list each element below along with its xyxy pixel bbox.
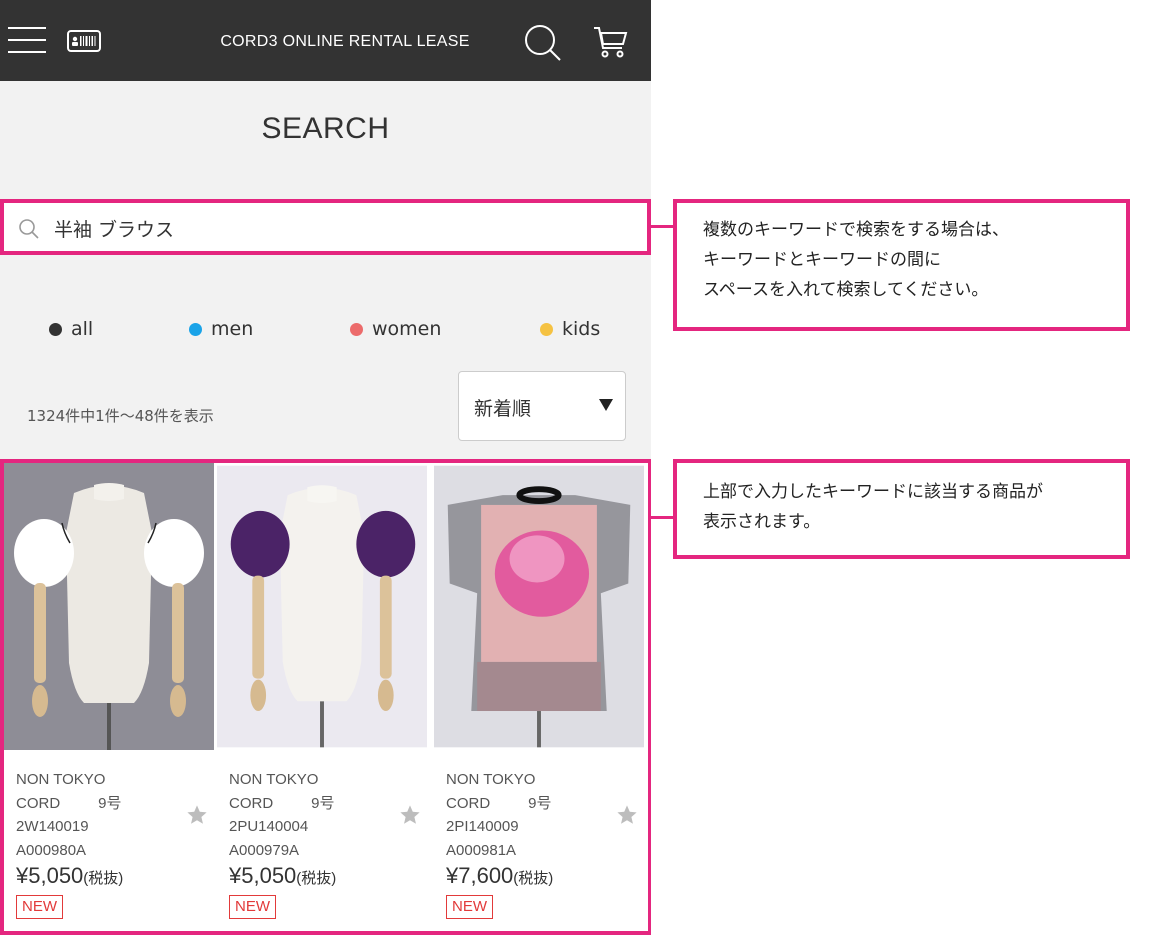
cart-icon[interactable] (592, 24, 628, 60)
favorite-star-icon[interactable] (186, 804, 208, 826)
all-dot-icon (49, 322, 62, 336)
product-stock-code: A000980A (16, 841, 87, 859)
product-brand: NON TOKYO (446, 771, 536, 788)
product-price: ¥5,050(税抜) (16, 863, 124, 888)
tax-note: (税抜) (83, 870, 124, 887)
gender-filter-women[interactable]: women (350, 318, 441, 340)
callout-line: 上部で入力したキーワードに該当する商品が (703, 482, 1043, 502)
product-card[interactable]: NON TOKYO CORD 9号 2W140019 A000980A ¥5,05… (4, 463, 218, 931)
gender-filter-all[interactable]: all (49, 318, 93, 340)
men-dot-icon (189, 322, 202, 336)
product-stock-code: A000981A (446, 841, 517, 859)
product-size: 9号 (528, 794, 552, 812)
product-card[interactable]: NON TOKYO CORD 9号 2PI140009 A000981A ¥7,6… (434, 463, 648, 931)
sort-selected-value: 新着順 (474, 398, 532, 420)
kids-dot-icon (540, 322, 553, 336)
product-size: 9号 (311, 794, 335, 812)
product-card[interactable]: NON TOKYO CORD 9号 2PU140004 A000979A ¥5,0… (217, 463, 431, 931)
product-info: NON TOKYO CORD 9号 2PU140004 A000979A (229, 768, 335, 862)
result-count: 1324件中1件～48件を表示 (27, 407, 214, 425)
mobile-app-screen: CORD3 ONLINE RENTAL LEASE SEARCH 半袖 ブラウス… (0, 0, 651, 935)
product-price: ¥7,600(税抜) (446, 863, 554, 888)
page-title: SEARCH (261, 112, 390, 145)
callout-line: スペースを入れて検索してください。 (703, 280, 989, 300)
product-code: 2W140019 (16, 818, 89, 835)
results-tip-callout: 上部で入力したキーワードに該当する商品が 表示されます。 (673, 459, 1130, 559)
callout-line: 表示されます。 (703, 512, 821, 532)
gender-label: all (71, 318, 94, 340)
new-badge: NEW (446, 895, 493, 919)
menu-icon[interactable] (8, 27, 46, 53)
search-input[interactable]: 半袖 ブラウス (0, 199, 651, 255)
tax-note: (税抜) (296, 870, 337, 887)
product-stock-code: A000979A (229, 841, 300, 859)
magnifier-icon (19, 219, 39, 239)
callout-connector (651, 225, 673, 228)
callout-line: キーワードとキーワードの間に (703, 250, 941, 270)
gender-filter-kids[interactable]: kids (540, 318, 600, 340)
product-image[interactable] (217, 463, 427, 750)
search-input-value[interactable]: 半袖 ブラウス (54, 215, 174, 242)
new-badge: NEW (16, 895, 63, 919)
product-line: CORD (16, 794, 61, 812)
member-card-icon[interactable] (67, 30, 101, 52)
site-title[interactable]: CORD3 ONLINE RENTAL LEASE (160, 0, 530, 81)
product-code: 2PI140009 (446, 818, 519, 835)
search-tip-callout: 複数のキーワードで検索をする場合は、 キーワードとキーワードの間に スペースを入… (673, 199, 1130, 331)
product-grid: NON TOKYO CORD 9号 2W140019 A000980A ¥5,05… (0, 459, 651, 935)
search-icon[interactable] (522, 22, 562, 62)
dropdown-arrow-icon (599, 399, 613, 411)
product-info: NON TOKYO CORD 9号 2W140019 A000980A (16, 768, 122, 862)
product-size: 9号 (98, 794, 122, 812)
favorite-star-icon[interactable] (616, 804, 638, 826)
women-dot-icon (350, 322, 363, 336)
callout-connector (651, 516, 673, 519)
product-price: ¥5,050(税抜) (229, 863, 337, 888)
product-code: 2PU140004 (229, 818, 309, 835)
gender-label: men (211, 318, 254, 340)
product-brand: NON TOKYO (16, 771, 106, 788)
gender-filter-men[interactable]: men (189, 318, 253, 340)
gender-label: kids (562, 318, 601, 340)
product-image[interactable] (4, 463, 214, 750)
tax-note: (税抜) (513, 870, 554, 887)
gender-label: women (372, 318, 442, 340)
product-brand: NON TOKYO (229, 771, 319, 788)
product-line: CORD (446, 794, 491, 812)
product-image[interactable] (434, 463, 644, 750)
favorite-star-icon[interactable] (399, 804, 421, 826)
product-info: NON TOKYO CORD 9号 2PI140009 A000981A (446, 768, 552, 862)
callout-line: 複数のキーワードで検索をする場合は、 (703, 220, 1009, 240)
new-badge: NEW (229, 895, 276, 919)
product-line: CORD (229, 794, 274, 812)
sort-select[interactable]: 新着順 (458, 371, 626, 441)
app-header: CORD3 ONLINE RENTAL LEASE (0, 0, 651, 81)
